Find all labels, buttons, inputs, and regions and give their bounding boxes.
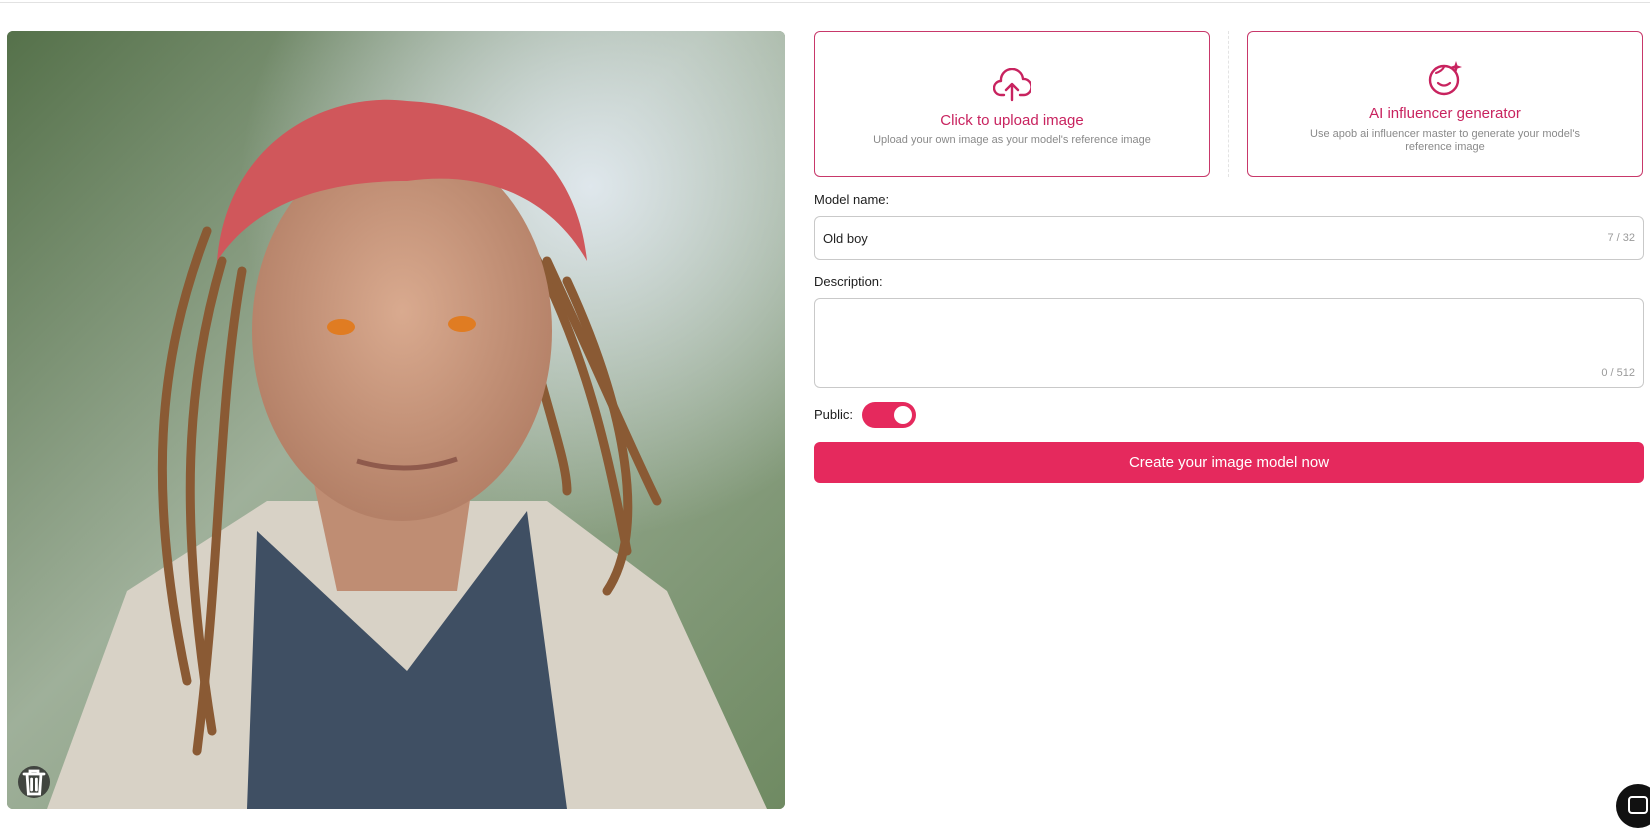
- public-toggle[interactable]: [862, 402, 916, 428]
- model-name-input[interactable]: Old boy 7 / 32: [814, 216, 1644, 260]
- description-label: Description:: [814, 274, 883, 289]
- face-sparkle-icon: [1426, 59, 1464, 102]
- model-name-value: Old boy: [823, 231, 868, 246]
- top-divider: [0, 2, 1650, 3]
- delete-image-button[interactable]: [18, 766, 50, 798]
- trash-icon: [22, 769, 46, 796]
- chat-widget-button[interactable]: [1616, 784, 1650, 828]
- cards-divider: [1228, 31, 1229, 177]
- ai-influencer-card[interactable]: AI influencer generator Use apob ai infl…: [1247, 31, 1643, 177]
- upload-card-title: Click to upload image: [940, 112, 1084, 129]
- ai-card-subtitle: Use apob ai influencer master to generat…: [1310, 128, 1580, 153]
- public-label: Public:: [814, 407, 854, 422]
- portrait-image: [7, 31, 785, 809]
- ai-card-title: AI influencer generator: [1369, 105, 1521, 122]
- description-textarea[interactable]: 0 / 512: [814, 298, 1644, 388]
- upload-image-card[interactable]: Click to upload image Upload your own im…: [814, 31, 1210, 177]
- model-name-label: Model name:: [814, 192, 890, 207]
- reference-image-preview: [7, 31, 785, 809]
- create-model-button[interactable]: Create your image model now: [814, 442, 1644, 483]
- upload-card-subtitle: Upload your own image as your model's re…: [873, 134, 1151, 146]
- chat-icon: [1628, 796, 1648, 814]
- cloud-upload-icon: [992, 67, 1033, 107]
- toggle-knob: [894, 406, 912, 424]
- description-counter: 0 / 512: [1601, 367, 1635, 379]
- reference-source-options: Click to upload image Upload your own im…: [814, 31, 1644, 177]
- model-name-counter: 7 / 32: [1607, 232, 1635, 244]
